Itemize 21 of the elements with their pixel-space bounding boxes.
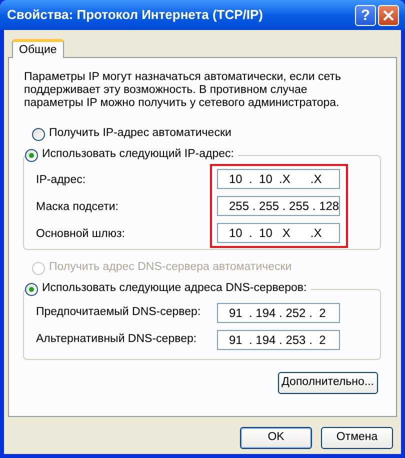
window-title: Свойства: Протокол Интернета (TCP/IP) [7,6,263,24]
field-label: Предпочитаемый DNS-сервер: [36,305,202,320]
radio-label: Получить адрес DNS-сервера автоматически [49,260,292,276]
ip-address-field[interactable]: 10 . 10 X .X [217,223,340,243]
radio-label: Использовать следующие адреса DNS-серверов: [42,281,307,296]
ip-address-field[interactable]: 10 . 10 .X .X [217,169,340,189]
description-text: Параметры IP могут назначаться автоматически, если сеть поддерживает эту возможность. В противном случае параметры IP можно получить у сетевого администратора. [24,71,342,110]
radio-label: Получить IP-адрес автоматически [49,126,232,142]
cancel-button[interactable]: Отмена [321,427,393,449]
radio-label: Использовать следующий IP-адрес: [42,147,234,162]
ok-button[interactable]: OK [240,427,312,449]
help-button[interactable]: ? [355,4,376,26]
tab[interactable]: Общие [12,39,64,58]
ip-address-field[interactable]: 91 . 194 . 253 . 2 [217,330,340,350]
field-label: IP-адрес: [36,173,87,188]
field-label: Альтернативный DNS-сервер: [36,332,198,348]
ip-address-field[interactable]: 255 . 255 . 255 . 128 [217,196,340,216]
advanced-button[interactable]: Дополнительно... [278,372,378,394]
field-label: Основной шлюз: [36,227,126,242]
field-label: Маска подсети: [36,200,120,216]
ip-address-field[interactable]: 91 . 194 . 252 . 2 [217,303,340,323]
